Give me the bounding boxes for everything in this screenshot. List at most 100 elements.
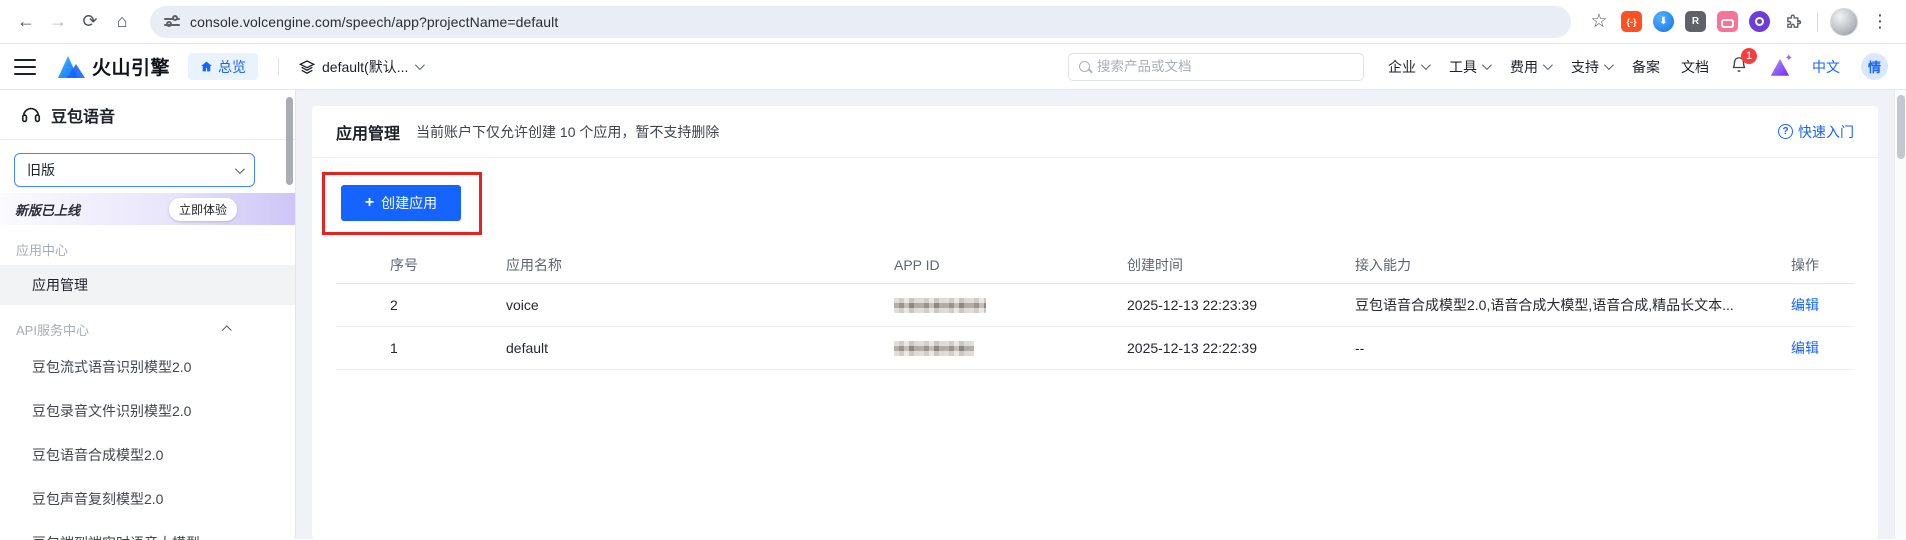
cell-name: voice <box>506 283 894 326</box>
brand-name: 火山引擎 <box>92 53 170 80</box>
address-bar[interactable]: console.volcengine.com/speech/app?projec… <box>150 6 1571 38</box>
browser-profile-avatar[interactable] <box>1830 8 1858 36</box>
chevron-down-icon <box>1604 60 1614 70</box>
sidebar-item-tts[interactable]: 豆包语音合成模型2.0 <box>0 433 295 477</box>
link-beian[interactable]: 备案 <box>1632 57 1660 77</box>
edit-link[interactable]: 编辑 <box>1791 340 1819 356</box>
page-scrollbar-thumb[interactable] <box>1897 95 1905 159</box>
chevron-down-icon <box>1482 60 1492 70</box>
r-extension-icon[interactable]: R <box>1685 11 1706 32</box>
home-icon[interactable]: ⌂ <box>106 6 138 38</box>
menu-tools[interactable]: 工具 <box>1449 57 1489 77</box>
bilibili-extension-icon[interactable] <box>1717 11 1738 32</box>
quick-start-link[interactable]: ? 快速入门 <box>1778 122 1854 142</box>
cell-appid <box>894 283 1127 326</box>
sidebar-item-file-asr[interactable]: 豆包录音文件识别模型2.0 <box>0 389 295 433</box>
back-icon[interactable]: ← <box>10 6 42 38</box>
col-created: 创建时间 <box>1127 247 1355 283</box>
table-header-row: 序号 应用名称 APP ID 创建时间 接入能力 操作 <box>336 247 1854 283</box>
group-app-center: 应用中心 <box>0 233 295 265</box>
col-appid: APP ID <box>894 247 1127 283</box>
menu-support[interactable]: 支持 <box>1571 57 1611 77</box>
downloader-extension-icon[interactable]: ⬇ <box>1653 11 1674 32</box>
group-api-center[interactable]: API服务中心 <box>0 313 295 345</box>
reload-icon[interactable]: ⟳ <box>74 6 106 38</box>
app-management-card: 应用管理 当前账户下仅允许创建 10 个应用，暂不支持删除 ? 快速入门 + 创… <box>312 106 1878 539</box>
json-extension-icon[interactable]: {-} <box>1621 11 1642 32</box>
question-circle-icon: ? <box>1778 124 1793 139</box>
product-title: 豆包语音 <box>51 103 115 127</box>
project-layers-icon <box>299 59 315 75</box>
page-subtitle: 当前账户下仅允许创建 10 个应用，暂不支持删除 <box>416 122 719 142</box>
masked-app-id <box>894 298 986 313</box>
ai-assistant-icon[interactable]: ✦ <box>1769 56 1791 78</box>
overview-home-icon <box>200 60 213 73</box>
menu-enterprise[interactable]: 企业 <box>1388 57 1428 77</box>
link-docs[interactable]: 文档 <box>1681 57 1709 77</box>
overview-button[interactable]: 总览 <box>188 53 258 80</box>
purple-extension-icon[interactable] <box>1749 11 1770 32</box>
try-now-button[interactable]: 立即体验 <box>169 198 237 221</box>
search-input[interactable] <box>1097 59 1353 74</box>
chevron-up-icon <box>222 325 232 335</box>
site-settings-icon[interactable] <box>164 14 180 30</box>
project-name: default(默认... <box>322 57 408 77</box>
create-app-button[interactable]: + 创建应用 <box>341 185 461 221</box>
page-body: 豆包语音 旧版 新版已上线 立即体验 应用中心 应用管理 API服务中心 豆包流… <box>0 90 1906 539</box>
red-annotation-box: + 创建应用 <box>322 172 482 235</box>
cell-seq: 2 <box>336 283 506 326</box>
main-content: 应用管理 当前账户下仅允许创建 10 个应用，暂不支持删除 ? 快速入门 + 创… <box>296 90 1906 539</box>
browser-toolbar: ← → ⟳ ⌂ console.volcengine.com/speech/ap… <box>0 0 1906 44</box>
console-topnav: 火山引擎 总览 default(默认... 企业 工具 费用 支持 备案 文档 … <box>0 44 1906 90</box>
sidebar-item-app-management[interactable]: 应用管理 <box>0 265 295 305</box>
edit-link[interactable]: 编辑 <box>1791 297 1819 313</box>
global-search[interactable] <box>1068 53 1364 81</box>
volcengine-brand[interactable]: 火山引擎 <box>58 53 170 80</box>
volcengine-logo-icon <box>58 55 85 79</box>
topnav-right: 企业 工具 费用 支持 备案 文档 1 ✦ 中文 情 <box>1388 53 1888 80</box>
nav-divider <box>278 58 279 76</box>
cell-created: 2025-12-13 22:23:39 <box>1127 283 1355 326</box>
banner-text: 新版已上线 <box>15 200 80 219</box>
page-scrollbar[interactable] <box>1894 90 1906 539</box>
table-row: 2 voice 2025-12-13 22:23:39 豆包语音合成模型2.0,… <box>336 283 1854 326</box>
url-text[interactable]: console.volcengine.com/speech/app?projec… <box>190 14 558 30</box>
col-capability: 接入能力 <box>1355 247 1791 283</box>
sidebar-scrollbar-thumb[interactable] <box>286 97 293 185</box>
notification-bell[interactable]: 1 <box>1730 55 1748 79</box>
doubao-voice-icon <box>20 104 42 126</box>
language-switch[interactable]: 中文 <box>1812 57 1840 77</box>
cell-name: default <box>506 326 894 369</box>
card-header: 应用管理 当前账户下仅允许创建 10 个应用，暂不支持删除 ? 快速入门 <box>312 106 1878 158</box>
extensions-puzzle-icon[interactable] <box>1781 6 1805 38</box>
bookmark-star-icon[interactable]: ☆ <box>1583 6 1615 38</box>
col-action: 操作 <box>1791 247 1854 283</box>
hamburger-menu-icon[interactable] <box>14 59 36 75</box>
sidebar-item-streaming-asr[interactable]: 豆包流式语音识别模型2.0 <box>0 345 295 389</box>
app-table: 序号 应用名称 APP ID 创建时间 接入能力 操作 2 voice 2025… <box>336 247 1854 370</box>
page-title: 应用管理 <box>336 120 400 144</box>
version-select[interactable]: 旧版 <box>14 153 255 187</box>
forward-icon[interactable]: → <box>42 6 74 38</box>
browser-menu-icon[interactable]: ⋮ <box>1864 6 1896 38</box>
account-avatar[interactable]: 情 <box>1861 53 1888 80</box>
chevron-down-icon <box>1543 60 1553 70</box>
notification-badge: 1 <box>1741 48 1757 64</box>
sidebar-item-voice-clone[interactable]: 豆包声音复刻模型2.0 <box>0 477 295 521</box>
chevron-down-icon <box>1421 60 1431 70</box>
chevron-down-icon <box>235 164 245 174</box>
sidebar-item-realtime-voice[interactable]: 豆包端到端实时语音大模型 <box>0 521 295 540</box>
toolbar-divider <box>1817 12 1818 32</box>
new-version-banner: 新版已上线 立即体验 <box>0 193 295 225</box>
chevron-down-icon <box>415 60 425 70</box>
project-selector[interactable]: default(默认... <box>299 57 422 77</box>
col-seq: 序号 <box>336 247 506 283</box>
cell-capability: 豆包语音合成模型2.0,语音合成大模型,语音合成,精品长文本... <box>1355 283 1791 326</box>
cell-created: 2025-12-13 22:22:39 <box>1127 326 1355 369</box>
menu-billing[interactable]: 费用 <box>1510 57 1550 77</box>
sidebar-product-header: 豆包语音 <box>0 90 295 140</box>
table-row: 1 default 2025-12-13 22:22:39 -- 编辑 <box>336 326 1854 369</box>
plus-icon: + <box>365 195 374 211</box>
extension-row: {-} ⬇ R <box>1615 6 1811 38</box>
col-name: 应用名称 <box>506 247 894 283</box>
